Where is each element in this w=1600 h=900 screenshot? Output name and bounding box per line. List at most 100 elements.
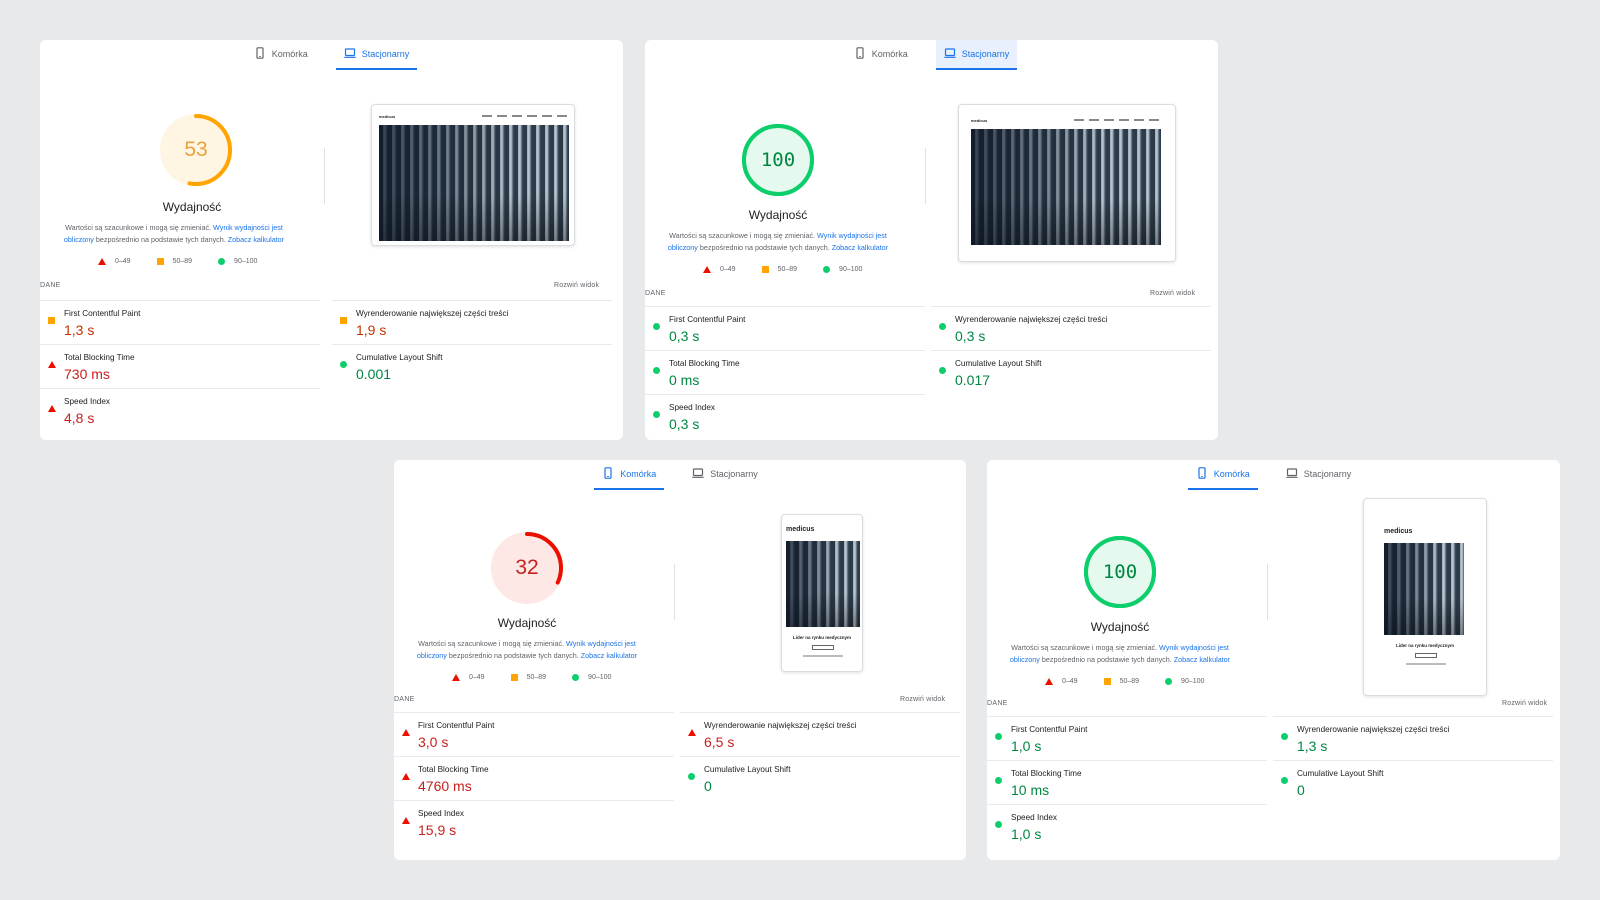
legend-item-average: 50–89 — [156, 258, 193, 265]
data-heading: DANE — [40, 282, 61, 289]
report-panel-mobile-32: Komórka Stacjonarny 32 Wydajność Wartości są… — [394, 460, 966, 860]
pass-circle-icon — [340, 361, 347, 368]
metric-value: 0 — [1297, 782, 1305, 798]
metric-label: Wyrenderowanie największej części treści — [1297, 725, 1450, 734]
data-heading: DANE — [987, 700, 1008, 707]
tab-desktop[interactable]: Stacjonarny — [684, 460, 766, 488]
fail-triangle-icon — [402, 773, 410, 780]
expand-view-toggle[interactable]: Rozwiń widok — [1502, 700, 1547, 707]
page-screenshot-thumbnail[interactable]: medicus Lider na rynku medycznym — [781, 514, 863, 672]
site-tagline: Lider na rynku medycznym — [1395, 643, 1455, 648]
legend-label: 90–100 — [1181, 678, 1205, 685]
tab-desktop-label: Stacjonarny — [361, 49, 410, 59]
legend-item-pass: 90–100 — [218, 258, 257, 265]
site-footer-line — [1406, 663, 1446, 665]
metric-si: Speed Index 15,9 s — [394, 800, 674, 844]
metric-label: First Contentful Paint — [64, 309, 141, 318]
calculator-link[interactable]: Zobacz kalkulator — [832, 243, 888, 252]
fail-triangle-icon — [1045, 678, 1053, 685]
legend-label: 50–89 — [1119, 678, 1140, 685]
desc-text-2: bezpośrednio na podstawie tych danych. — [699, 243, 830, 252]
fail-triangle-icon — [98, 258, 106, 265]
metric-fcp: First Contentful Paint 0,3 s — [645, 306, 925, 350]
metric-label: First Contentful Paint — [418, 721, 495, 730]
pass-circle-icon — [823, 266, 831, 273]
legend-label: 0–49 — [720, 266, 736, 273]
metric-value: 0 — [704, 778, 712, 794]
legend-label: 50–89 — [777, 266, 798, 273]
site-cta-button — [1415, 653, 1437, 658]
performance-score: 100 — [1102, 561, 1138, 583]
site-nav — [482, 115, 567, 117]
fail-triangle-icon — [402, 729, 410, 736]
performance-score: 100 — [760, 149, 796, 171]
metric-value: 1,0 s — [1011, 738, 1042, 754]
calculator-link[interactable]: Zobacz kalkulator — [228, 235, 284, 244]
metric-fcp: First Contentful Paint 1,0 s — [987, 716, 1267, 760]
performance-title: Wydajność — [1090, 620, 1150, 634]
site-logo: medicus — [971, 117, 988, 123]
metric-label: Total Blocking Time — [418, 765, 489, 774]
legend-item-pass: 90–100 — [572, 674, 611, 681]
tab-mobile-label: Komórka — [1213, 469, 1250, 479]
site-logo: medicus — [786, 525, 815, 533]
fail-triangle-icon — [48, 405, 56, 412]
pass-circle-icon — [939, 323, 946, 330]
expand-view-toggle[interactable]: Rozwiń widok — [554, 282, 599, 289]
expand-view-toggle[interactable]: Rozwiń widok — [1150, 290, 1195, 297]
laptop-icon — [344, 47, 356, 61]
performance-title: Wydajność — [748, 208, 808, 222]
tab-mobile-label: Komórka — [620, 469, 657, 479]
tab-mobile[interactable]: Komórka — [594, 460, 665, 490]
metric-lcp: Wyrenderowanie największej części treści… — [680, 712, 960, 756]
performance-score-gauge: 32 — [489, 530, 565, 606]
score-description: Wartości są szacunkowe i mogą się zmieni… — [1000, 642, 1240, 666]
report-panel-desktop-53: Komórka Stacjonarny 53 Wydajność Wartości są… — [40, 40, 623, 440]
laptop-icon — [692, 467, 704, 481]
page-screenshot-thumbnail[interactable]: medicus — [371, 104, 575, 246]
legend-item-average: 50–89 — [761, 266, 798, 273]
desc-text-1: Wartości są szacunkowe i mogą się zmieni… — [1011, 643, 1158, 652]
score-legend: 0–49 50–89 90–100 — [703, 266, 862, 273]
page-screenshot-thumbnail[interactable]: medicus — [958, 104, 1176, 262]
site-logo: medicus — [379, 113, 396, 119]
pass-circle-icon — [1165, 678, 1173, 685]
legend-item-fail: 0–49 — [452, 674, 485, 681]
phone-icon — [254, 47, 266, 61]
metric-si: Speed Index 0,3 s — [645, 394, 925, 438]
tab-mobile[interactable]: Komórka — [1187, 460, 1258, 490]
score-legend: 0–49 50–89 90–100 — [98, 258, 257, 265]
average-square-icon — [156, 258, 164, 265]
pass-circle-icon — [1281, 733, 1288, 740]
pass-circle-icon — [995, 821, 1002, 828]
metric-label: Cumulative Layout Shift — [704, 765, 791, 774]
desc-text-2: bezpośrednio na podstawie tych danych. — [448, 651, 579, 660]
expand-view-toggle[interactable]: Rozwiń widok — [900, 696, 945, 703]
report-panel-desktop-100: Komórka Stacjonarny 100 Wydajność Wartości s… — [645, 40, 1218, 440]
metric-value: 6,5 s — [704, 734, 735, 750]
hero-building-image — [379, 125, 569, 241]
tab-desktop[interactable]: Stacjonarny — [1278, 460, 1360, 488]
calculator-link[interactable]: Zobacz kalkulator — [581, 651, 637, 660]
performance-score-gauge: 53 — [158, 112, 234, 188]
tab-desktop[interactable]: Stacjonarny — [935, 40, 1018, 70]
device-tabs: Komórka Stacjonarny — [394, 460, 966, 490]
desc-text-1: Wartości są szacunkowe i mogą się zmieni… — [418, 639, 565, 648]
page-screenshot-thumbnail[interactable]: medicus Lider na rynku medycznym — [1363, 498, 1487, 696]
tab-desktop[interactable]: Stacjonarny — [335, 40, 418, 70]
tab-mobile[interactable]: Komórka — [246, 40, 316, 68]
pass-circle-icon — [653, 411, 660, 418]
tab-mobile[interactable]: Komórka — [846, 40, 916, 68]
metric-value: 0,3 s — [955, 328, 986, 344]
desc-text-2: bezpośrednio na podstawie tych danych. — [95, 235, 226, 244]
device-tabs: Komórka Stacjonarny — [645, 40, 1218, 70]
pass-circle-icon — [572, 674, 580, 681]
metric-value: 0,3 s — [669, 328, 700, 344]
metric-value: 1,0 s — [1011, 826, 1042, 842]
desc-text-2: bezpośrednio na podstawie tych danych. — [1041, 655, 1172, 664]
calculator-link[interactable]: Zobacz kalkulator — [1174, 655, 1230, 664]
metric-si: Speed Index 1,0 s — [987, 804, 1267, 848]
hero-building-image — [971, 129, 1161, 245]
legend-label: 50–89 — [172, 258, 193, 265]
average-square-icon — [761, 266, 769, 273]
